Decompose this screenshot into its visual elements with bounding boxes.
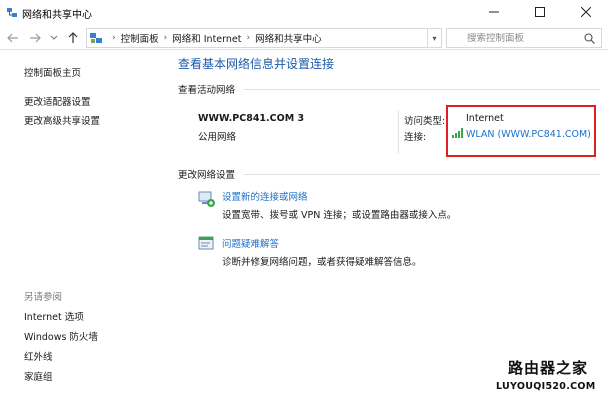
close-button[interactable] bbox=[564, 0, 608, 24]
recent-locations-button[interactable] bbox=[48, 29, 60, 47]
network-category-link[interactable]: 公用网络 bbox=[198, 129, 236, 143]
control-panel-icon bbox=[90, 33, 102, 43]
wlan-connection-link[interactable]: WLAN (WWW.PC841.COM) bbox=[466, 129, 591, 140]
address-toolbar: › 控制面板 › 网络和 Internet › 网络和共享中心 ▾ bbox=[0, 26, 608, 50]
see-also-windows-firewall[interactable]: Windows 防火墙 bbox=[24, 329, 98, 343]
section-divider bbox=[244, 174, 600, 175]
breadcrumb-control-panel[interactable]: 控制面板 bbox=[121, 31, 159, 45]
wifi-signal-icon bbox=[452, 128, 463, 138]
search-input[interactable] bbox=[467, 32, 577, 44]
active-networks-header: 查看活动网络 bbox=[178, 85, 236, 96]
arrow-up-icon bbox=[68, 32, 78, 43]
troubleshoot-link[interactable]: 问题疑难解答 bbox=[222, 236, 279, 250]
chevron-down-icon: ▾ bbox=[432, 33, 437, 43]
breadcrumb-separator: › bbox=[163, 33, 168, 43]
maximize-button[interactable] bbox=[518, 0, 562, 24]
access-type-value: Internet bbox=[466, 113, 504, 124]
search-box[interactable] bbox=[446, 28, 602, 48]
see-also-internet-options[interactable]: Internet 选项 bbox=[24, 309, 84, 323]
troubleshoot-desc: 诊断并修复网络问题，或者获得疑难解答信息。 bbox=[222, 257, 422, 268]
address-bar[interactable]: › 控制面板 › 网络和 Internet › 网络和共享中心 bbox=[86, 28, 428, 48]
back-button[interactable] bbox=[4, 29, 22, 47]
breadcrumb-separator: › bbox=[112, 33, 116, 43]
see-also-infrared[interactable]: 红外线 bbox=[24, 349, 53, 363]
connections-label: 连接: bbox=[404, 132, 427, 143]
troubleshoot-icon bbox=[198, 236, 214, 250]
see-also-homegroup[interactable]: 家庭组 bbox=[24, 369, 53, 383]
section-divider bbox=[244, 89, 600, 90]
watermark-title: 路由器之家 bbox=[508, 359, 589, 377]
sidebar-link-advanced-sharing[interactable]: 更改高级共享设置 bbox=[24, 113, 100, 127]
see-also-label: 另请参阅 bbox=[24, 292, 63, 303]
breadcrumb-network-sharing-center[interactable]: 网络和共享中心 bbox=[255, 31, 322, 45]
setup-new-connection-desc: 设置宽带、拨号或 VPN 连接；或设置路由器或接入点。 bbox=[222, 210, 457, 221]
chevron-down-icon bbox=[50, 35, 58, 40]
search-icon[interactable] bbox=[584, 33, 595, 44]
network-name: WWW.PC841.COM 3 bbox=[198, 113, 305, 124]
change-settings-header: 更改网络设置 bbox=[178, 170, 236, 181]
sidebar-link-control-panel-home[interactable]: 控制面板主页 bbox=[24, 65, 81, 79]
new-connection-icon bbox=[198, 191, 215, 207]
minimize-button[interactable] bbox=[472, 0, 516, 24]
arrow-left-icon bbox=[7, 33, 18, 43]
access-type-label: 访问类型: bbox=[404, 116, 446, 127]
arrow-right-icon bbox=[30, 33, 41, 43]
maximize-icon bbox=[535, 7, 545, 17]
up-button[interactable] bbox=[64, 29, 82, 47]
title-bar: 网络和共享中心 bbox=[0, 0, 608, 26]
network-center-icon bbox=[7, 8, 17, 17]
page-title: 查看基本网络信息并设置连接 bbox=[178, 57, 335, 71]
window-title: 网络和共享中心 bbox=[22, 10, 92, 21]
address-history-dropdown[interactable]: ▾ bbox=[428, 28, 442, 48]
minimize-icon bbox=[489, 11, 499, 13]
watermark-url: LUYOUQI520.COM bbox=[496, 381, 596, 392]
breadcrumb-separator: › bbox=[246, 33, 251, 43]
vertical-divider bbox=[398, 110, 399, 154]
setup-new-connection-link[interactable]: 设置新的连接或网络 bbox=[222, 189, 308, 203]
close-icon bbox=[581, 7, 591, 17]
breadcrumb-network-internet[interactable]: 网络和 Internet bbox=[172, 31, 241, 45]
forward-button[interactable] bbox=[26, 29, 44, 47]
sidebar-link-change-adapter[interactable]: 更改适配器设置 bbox=[24, 94, 91, 108]
